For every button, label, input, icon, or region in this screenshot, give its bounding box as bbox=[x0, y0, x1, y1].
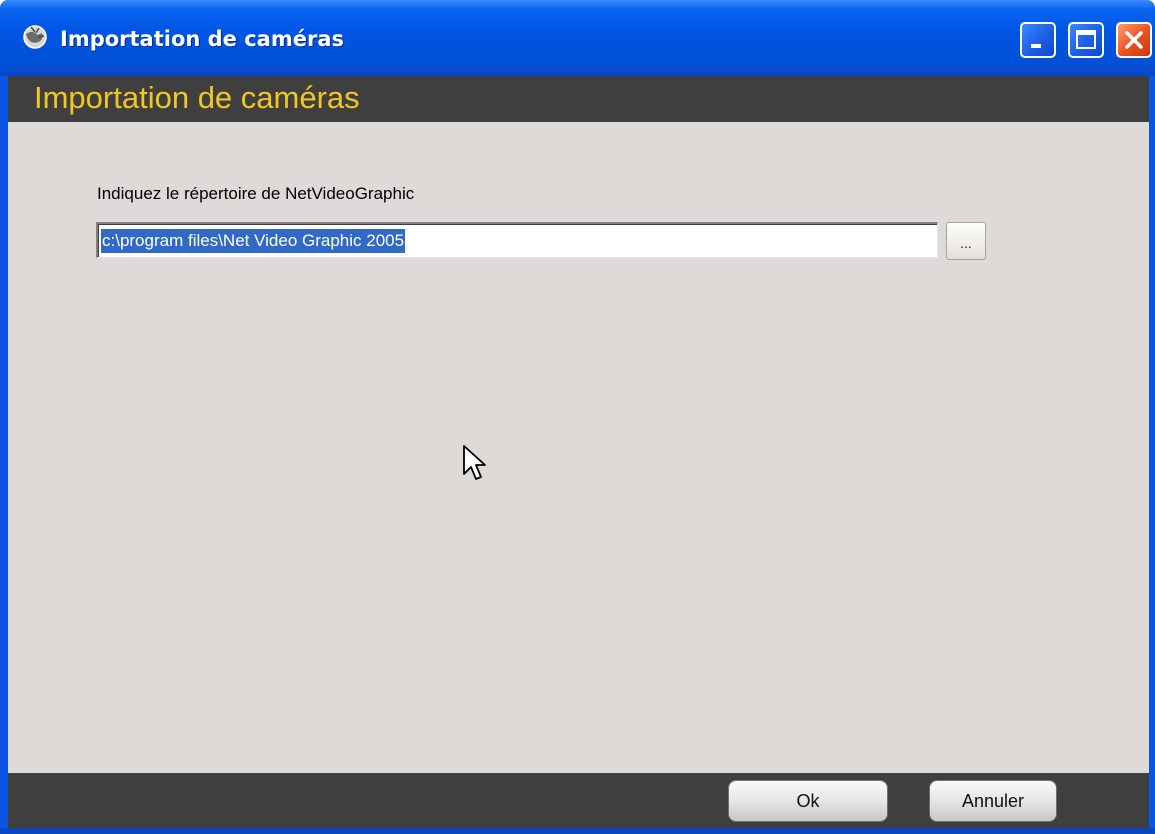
title-bar[interactable]: Importation de caméras bbox=[0, 0, 1155, 76]
maximize-button[interactable] bbox=[1068, 22, 1104, 58]
header-band: Importation de caméras bbox=[8, 76, 1149, 122]
minimize-icon bbox=[1031, 44, 1041, 48]
dialog-window: Importation de caméras Importation de ca… bbox=[0, 0, 1155, 834]
app-globe-icon bbox=[23, 25, 47, 49]
close-icon bbox=[1125, 31, 1143, 49]
close-button[interactable] bbox=[1116, 22, 1152, 58]
mouse-pointer-icon bbox=[463, 445, 486, 480]
directory-label: Indiquez le répertoire de NetVideoGraphi… bbox=[97, 184, 415, 203]
ok-button[interactable]: Ok bbox=[728, 780, 888, 822]
window-title: Importation de caméras bbox=[60, 27, 345, 51]
footer-band: Ok Annuler bbox=[8, 773, 1149, 828]
cancel-button[interactable]: Annuler bbox=[929, 780, 1057, 822]
maximize-icon bbox=[1076, 30, 1096, 49]
minimize-button[interactable] bbox=[1020, 22, 1056, 58]
header-title: Importation de caméras bbox=[34, 80, 360, 115]
browse-button[interactable]: ... bbox=[946, 222, 986, 260]
directory-path-value: c:\program files\Net Video Graphic 2005 bbox=[101, 229, 406, 253]
directory-path-input[interactable]: c:\program files\Net Video Graphic 2005 bbox=[96, 222, 938, 258]
dialog-client-area: Importation de caméras Indiquez le réper… bbox=[8, 76, 1149, 828]
window-bottom-border bbox=[0, 828, 1155, 834]
